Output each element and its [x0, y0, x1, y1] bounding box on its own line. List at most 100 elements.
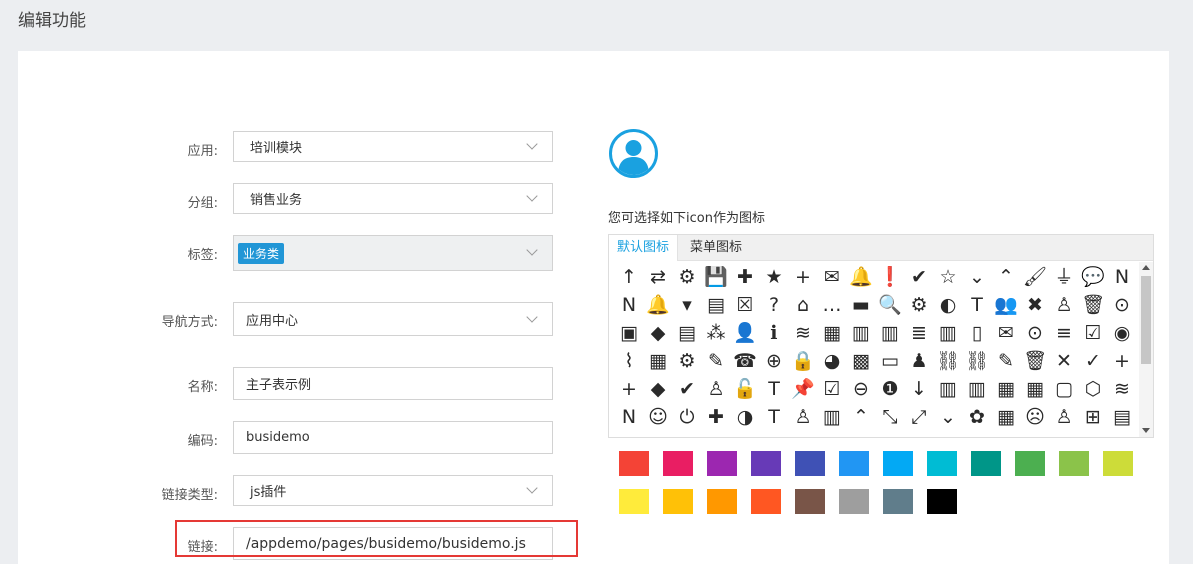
icon-option-icon[interactable]: 📌	[791, 377, 815, 401]
color-swatch[interactable]	[707, 489, 737, 514]
icon-option-icon[interactable]: ☹	[1023, 405, 1047, 429]
icon-option-icon[interactable]: ◉	[1110, 321, 1134, 345]
icon-option-icon[interactable]: ▥	[820, 405, 844, 429]
icon-option-icon[interactable]: 🔒	[791, 349, 815, 373]
icon-option-icon[interactable]: ✔	[675, 377, 699, 401]
scroll-down-arrow-icon[interactable]	[1142, 428, 1150, 433]
icon-option-icon[interactable]: ⊙	[1023, 321, 1047, 345]
icon-option-icon[interactable]: ❶	[878, 377, 902, 401]
icon-option-icon[interactable]: 🖌	[1023, 265, 1047, 289]
icon-option-icon[interactable]: ⬡	[1081, 377, 1105, 401]
color-swatch[interactable]	[971, 451, 1001, 476]
color-swatch[interactable]	[883, 451, 913, 476]
icon-option-icon[interactable]: ▾	[675, 293, 699, 317]
icon-option-icon[interactable]: ⛓	[936, 349, 960, 373]
icon-option-icon[interactable]: ⛓	[965, 349, 989, 373]
icon-option-icon[interactable]: 🗑	[1081, 293, 1105, 317]
icon-option-icon[interactable]: ▥	[965, 377, 989, 401]
icon-option-icon[interactable]: ▭	[878, 349, 902, 373]
icon-option-icon[interactable]: ⊙	[1110, 293, 1134, 317]
icon-option-icon[interactable]: ✉	[820, 265, 844, 289]
tab-menu-icons[interactable]: 菜单图标	[682, 235, 750, 261]
color-swatch[interactable]	[619, 451, 649, 476]
icon-option-icon[interactable]: 🔓	[733, 377, 757, 401]
icon-option-icon[interactable]: ⊞	[1081, 405, 1105, 429]
icon-option-icon[interactable]: 👥	[994, 293, 1018, 317]
icon-option-icon[interactable]: 💬	[1081, 265, 1105, 289]
icon-option-icon[interactable]: ⌇	[617, 349, 641, 373]
icon-option-icon[interactable]: N	[617, 293, 641, 317]
icon-option-icon[interactable]: ▬	[849, 293, 873, 317]
icon-option-icon[interactable]: ⚙	[675, 265, 699, 289]
icon-option-icon[interactable]: +	[1110, 349, 1134, 373]
color-swatch[interactable]	[1059, 451, 1089, 476]
icon-option-icon[interactable]: ♙	[1052, 293, 1076, 317]
icon-option-icon[interactable]: ⏻	[675, 405, 699, 429]
icon-option-icon[interactable]: ✕	[1052, 349, 1076, 373]
icon-option-icon[interactable]: ▯	[965, 321, 989, 345]
color-swatch[interactable]	[751, 451, 781, 476]
icon-option-icon[interactable]: ✿	[965, 405, 989, 429]
code-input[interactable]: busidemo	[233, 421, 553, 454]
color-swatch[interactable]	[839, 451, 869, 476]
icon-option-icon[interactable]: ⌂	[791, 293, 815, 317]
icon-option-icon[interactable]: ⤡	[878, 405, 902, 429]
group-select[interactable]: 销售业务	[233, 183, 553, 214]
scroll-thumb[interactable]	[1141, 276, 1151, 364]
icon-option-icon[interactable]: T	[965, 293, 989, 317]
icon-option-icon[interactable]: 👤	[733, 321, 757, 345]
icon-option-icon[interactable]: N	[617, 405, 641, 429]
tab-default-icons[interactable]: 默认图标	[609, 235, 679, 261]
icon-option-icon[interactable]: ❗	[878, 265, 902, 289]
icon-option-icon[interactable]: ⚙	[675, 349, 699, 373]
icon-option-icon[interactable]: ✚	[704, 405, 728, 429]
icon-option-icon[interactable]: ▦	[994, 377, 1018, 401]
color-swatch[interactable]	[927, 489, 957, 514]
icon-option-icon[interactable]: ⁂	[704, 321, 728, 345]
color-swatch[interactable]	[1103, 451, 1133, 476]
color-swatch[interactable]	[663, 451, 693, 476]
icon-option-icon[interactable]: ✎	[704, 349, 728, 373]
icon-option-icon[interactable]: ⌃	[849, 405, 873, 429]
icon-option-icon[interactable]: ◑	[733, 405, 757, 429]
icon-option-icon[interactable]: ≡	[1052, 321, 1076, 345]
icon-option-icon[interactable]: 💾	[704, 265, 728, 289]
icon-option-icon[interactable]: +	[617, 377, 641, 401]
tag-select[interactable]: 业务类	[233, 235, 553, 271]
icon-option-icon[interactable]: ☑	[1081, 321, 1105, 345]
icon-option-icon[interactable]: ▥	[878, 321, 902, 345]
icon-option-icon[interactable]: ◆	[646, 377, 670, 401]
icon-option-icon[interactable]: ?	[762, 293, 786, 317]
icon-option-icon[interactable]: T	[762, 377, 786, 401]
icon-option-icon[interactable]: ▩	[849, 349, 873, 373]
icon-option-icon[interactable]: ▥	[849, 321, 873, 345]
color-swatch[interactable]	[883, 489, 913, 514]
nav-select[interactable]: 应用中心	[233, 302, 553, 336]
icon-option-icon[interactable]: ◐	[936, 293, 960, 317]
icon-option-icon[interactable]: ☑	[820, 377, 844, 401]
name-input[interactable]: 主子表示例	[233, 367, 553, 400]
icon-option-icon[interactable]: ◆	[646, 321, 670, 345]
icon-option-icon[interactable]: ▣	[617, 321, 641, 345]
icon-option-icon[interactable]: ✎	[994, 349, 1018, 373]
scroll-up-arrow-icon[interactable]	[1142, 265, 1150, 270]
icon-option-icon[interactable]: ▤	[704, 293, 728, 317]
icon-option-icon[interactable]: ▥	[936, 321, 960, 345]
icon-option-icon[interactable]: ★	[762, 265, 786, 289]
icon-option-icon[interactable]: ◕	[820, 349, 844, 373]
icon-option-icon[interactable]: ≋	[1110, 377, 1134, 401]
icon-option-icon[interactable]: ▤	[675, 321, 699, 345]
icon-option-icon[interactable]: ♙	[704, 377, 728, 401]
icon-option-icon[interactable]: ▦	[1023, 377, 1047, 401]
icon-option-icon[interactable]: ♙	[791, 405, 815, 429]
color-swatch[interactable]	[751, 489, 781, 514]
icon-option-icon[interactable]: 🔍	[878, 293, 902, 317]
icon-option-icon[interactable]: ♙	[1052, 405, 1076, 429]
icon-option-icon[interactable]: ☆	[936, 265, 960, 289]
icon-option-icon[interactable]: ⊖	[849, 377, 873, 401]
icon-option-icon[interactable]: ≋	[791, 321, 815, 345]
icon-option-icon[interactable]: ▦	[646, 349, 670, 373]
color-swatch[interactable]	[619, 489, 649, 514]
color-swatch[interactable]	[795, 489, 825, 514]
icon-option-icon[interactable]: ⌃	[994, 265, 1018, 289]
